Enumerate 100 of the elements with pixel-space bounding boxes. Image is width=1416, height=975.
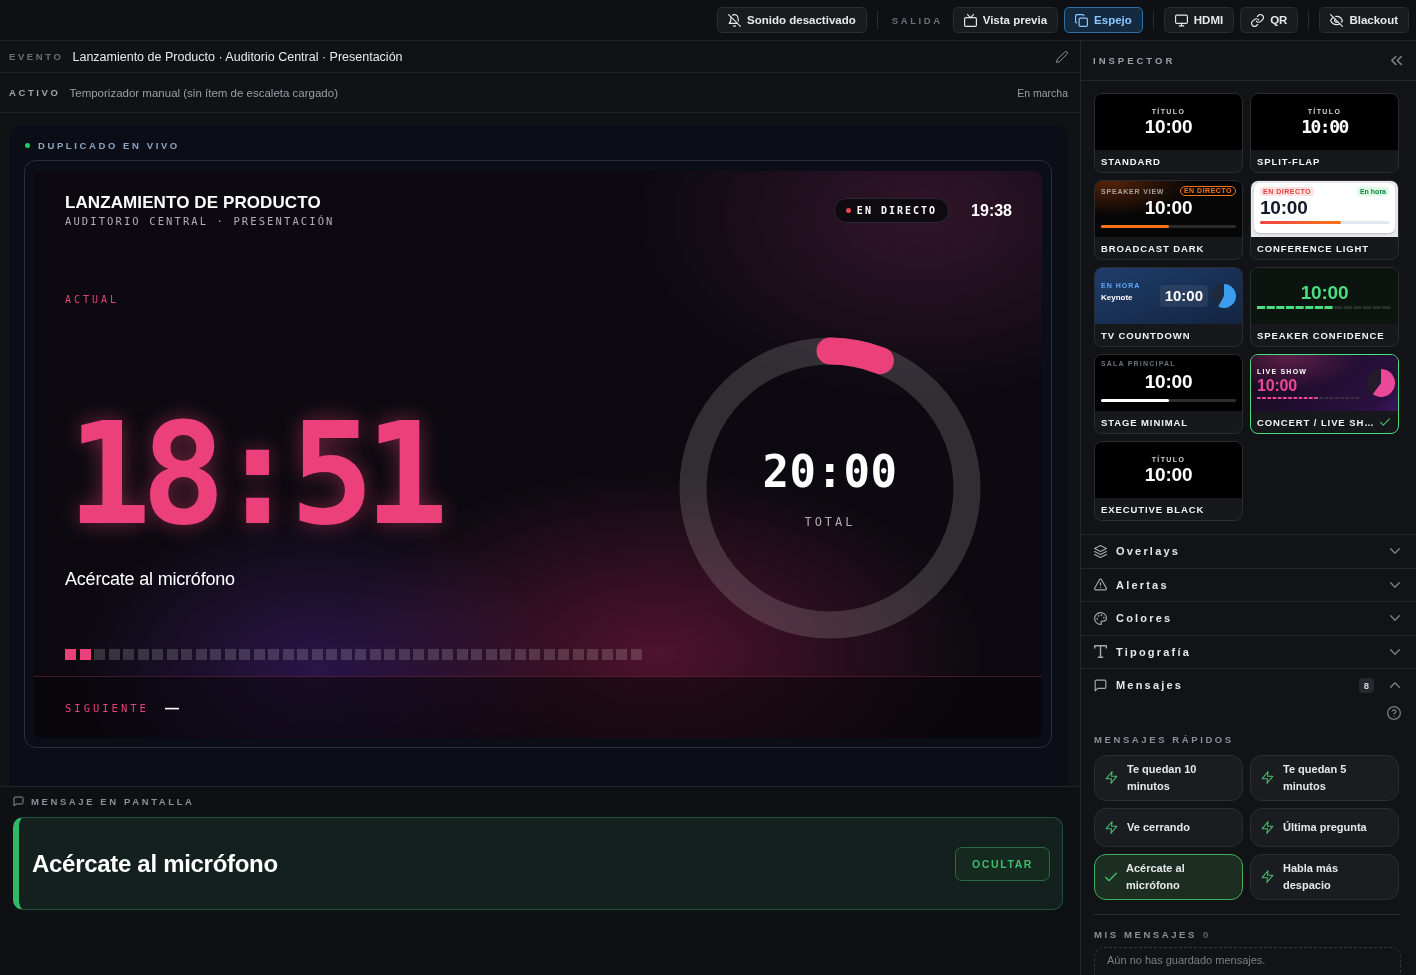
pie-chart-icon [1367,369,1395,397]
progress-segment [616,649,627,660]
my-messages-count: 0 [1203,928,1211,940]
total-time: 20:00 [762,447,898,497]
progress-segment [282,649,294,660]
progress-segment [543,649,555,660]
mirror-label: DUPLICADO EN VIVO [38,140,180,151]
display-message: Acércate al micrófono [65,568,235,590]
theme-card[interactable]: 10:00 SPEAKER CONFIDENCE [1250,267,1399,347]
progress-segment [268,649,279,660]
event-name: Lanzamiento de Producto · Auditorio Central · Presentación [72,49,403,64]
check-icon [1105,870,1117,883]
progress-segment [253,649,265,660]
output-tab[interactable]: Vista previa [952,7,1059,33]
remaining-time: 18:51 [67,420,439,530]
quick-message-button[interactable]: Acércate al micrófono [1094,853,1243,900]
progress-segment [413,649,424,660]
preview-time: 10:00 [1300,282,1349,303]
quick-message-button[interactable]: Habla más despacio [1250,853,1399,900]
progress-segment [224,649,236,660]
lightning-icon [1105,820,1118,834]
hide-button[interactable]: OCULTAR [955,846,1050,881]
screen-message-text: Acércate al micrófono [32,849,278,878]
chevron-down-icon [1390,613,1400,624]
preview-time: 10:00 [1301,116,1348,137]
layers-icon [1094,544,1107,558]
tv-icon [963,13,977,27]
progress-segment [340,649,352,660]
display-subtitle: AUDITORIO CENTRAL · PRESENTACIÓN [65,214,336,228]
output-tab[interactable]: Espejo [1064,7,1143,33]
preview-caption: Keynote [1101,293,1133,303]
clock-time: 19:38 [971,201,1012,221]
accordion-header[interactable]: Colores [1081,601,1416,635]
output-device-button[interactable]: QR [1240,7,1299,33]
accordion-header[interactable]: Alertas [1081,567,1416,601]
progress-segment [369,649,381,660]
live-status-dot-icon [25,143,30,148]
check-icon [1380,417,1390,427]
quick-messages-label: MENSAJES RÁPIDOS [1094,733,1235,745]
progress-segment [297,649,308,660]
progress-segment [195,649,207,660]
progress-segment [572,649,584,660]
preview-time: 10:00 [1143,197,1194,218]
progress-segment [471,649,482,660]
eye-off-icon [1330,13,1344,27]
bell-off-icon [728,13,742,27]
chevron-up-icon [1390,680,1400,691]
preview-time: 10:00 [1159,285,1208,307]
event-label: EVENTO [9,51,64,62]
count-badge: 8 [1358,677,1374,693]
accordion-header[interactable]: Overlays [1081,534,1416,568]
output-device-button[interactable]: HDMI [1163,7,1235,33]
progress-segment [239,649,250,660]
progress-segment [456,649,468,660]
progress-segment [311,649,323,660]
live-label: EN DIRECTO [856,205,938,216]
inspector-title: INSPECTOR [1093,55,1176,66]
empty-messages-text: Aún no has guardado mensajes. [1107,952,1267,967]
quick-message-button[interactable]: Última pregunta [1250,807,1399,847]
quick-message-button[interactable]: Ve cerrando [1094,807,1243,847]
chat-icon [13,796,24,807]
active-timer-text: Temporizador manual (sin ítem de escaleta cargado) [69,86,338,99]
lightning-icon [1105,771,1118,784]
lightning-icon [1261,771,1274,784]
progress-segment [500,649,511,660]
blackout-button[interactable]: Blackout [1319,7,1409,33]
progress-segment [94,649,105,660]
progress-segment [529,649,540,660]
progress-segment [427,649,439,660]
help-icon[interactable] [1387,705,1401,720]
preview-time: 10:00 [1257,377,1297,395]
collapse-icon[interactable] [1391,55,1402,66]
copy-icon [1075,13,1089,27]
preview-time: 10:00 [1144,464,1193,485]
chevron-down-icon [1390,646,1400,657]
lightning-icon [1261,870,1274,883]
quick-message-button[interactable]: Te quedan 5 minutos [1250,754,1399,801]
progress-segment [210,649,221,660]
progress-segment [152,649,163,660]
palette-icon [1094,611,1107,625]
progress-segment [514,649,526,660]
link-icon [1251,13,1265,27]
sound-button[interactable]: Sonido desactivado [717,7,867,33]
total-label: TOTAL [804,515,856,529]
progress-segment [630,649,642,660]
progress-segment [558,649,569,660]
active-label: ACTIVO [9,87,61,98]
progress-segment [384,649,395,660]
progress-segment [442,649,453,660]
accordion-header[interactable]: Mensajes 8 [1081,668,1416,702]
warning-icon [1094,578,1107,592]
edit-icon[interactable] [1056,50,1068,63]
display-title: LANZAMIENTO DE PRODUCTO [65,193,322,213]
progress-segment [326,649,337,660]
accordion-header[interactable]: Tipografía [1081,634,1416,668]
quick-message-button[interactable]: Te quedan 10 minutos [1094,754,1243,801]
progress-segment [587,649,598,660]
live-dot-icon [845,208,851,213]
progress-segment [355,649,366,660]
next-label: SIGUIENTE [65,701,149,714]
